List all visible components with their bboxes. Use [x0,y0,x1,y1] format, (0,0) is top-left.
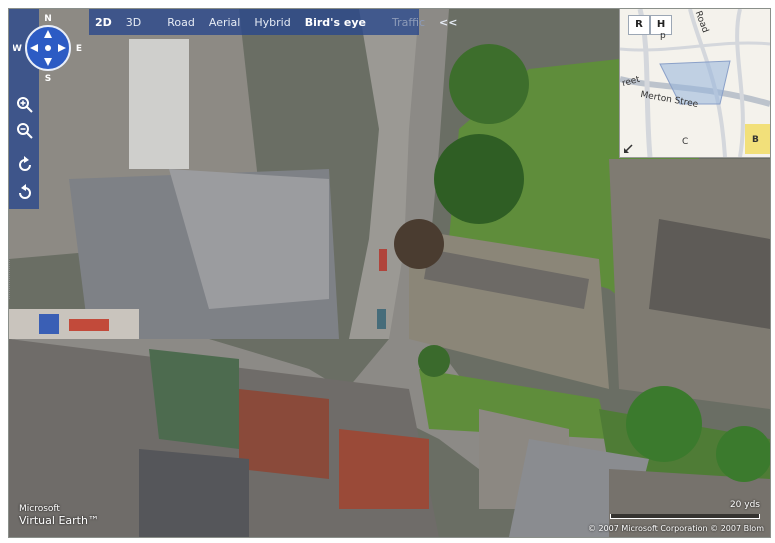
compass-west-label: W [13,44,22,54]
compass-north-label: N [44,14,52,24]
rotate-counterclockwise-icon[interactable] [15,183,35,203]
overview-label-b: B [752,135,759,145]
logo-line-1: Microsoft [19,504,60,514]
logo-line-2: Virtual Earth™ [19,514,99,527]
collapse-toolbar-button[interactable]: << [439,16,457,29]
compass-south-label: S [45,74,51,83]
resize-arrow-icon[interactable] [622,143,634,155]
scale-label: 20 yds [729,500,760,510]
traffic-button[interactable]: Traffic [392,16,425,29]
overview-label-c: C [682,137,689,147]
map-viewport[interactable]: N S W E 2D 3D Road Aerial Hybrid Bird's … [8,8,771,538]
mode-3d-button[interactable]: 3D [126,16,141,29]
rotate-clockwise-icon[interactable] [15,155,35,175]
view-mode-toolbar: 2D 3D Road Aerial Hybrid Bird's eye Traf… [89,9,457,35]
resize-handle[interactable] [9,249,13,299]
birds-eye-view-button[interactable]: Bird's eye [305,16,366,29]
scale-bar: 20 yds [610,500,760,519]
scale-bar-line [610,514,760,519]
compass-rose[interactable]: N S W E [13,13,83,83]
copyright-text: © 2007 Microsoft Corporation © 2007 Blom [587,524,764,533]
virtual-earth-logo: Microsoft Virtual Earth™ [19,504,99,527]
overview-road-button[interactable]: R [628,15,650,35]
zoom-out-icon[interactable] [15,121,35,141]
compass-east-label: E [76,44,82,54]
mode-2d-button[interactable]: 2D [95,16,112,29]
hybrid-view-button[interactable]: Hybrid [254,16,290,29]
zoom-in-icon[interactable] [15,95,35,115]
road-view-button[interactable]: Road [167,16,195,29]
overview-map[interactable]: R H Road p reet Merton Stree C B [619,9,770,158]
aerial-view-button[interactable]: Aerial [209,16,240,29]
overview-label-p: p [660,31,666,41]
